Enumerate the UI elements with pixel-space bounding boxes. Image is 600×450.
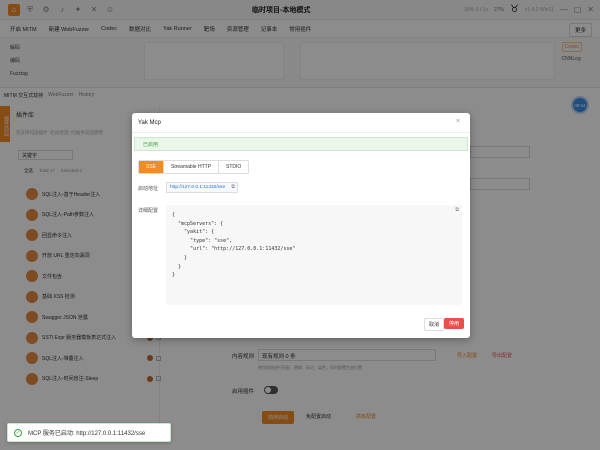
config-code-block: ⧉ { "mcpServers": { "yakit": { "type": "…: [166, 205, 462, 305]
config-label: 详细配置: [138, 208, 159, 214]
status-banner: 已启用: [134, 137, 468, 151]
cancel-button[interactable]: 取消: [424, 318, 445, 331]
copy-config-icon[interactable]: ⧉: [455, 207, 459, 213]
config-json: { "mcpServers": { "yakit": { "type": "ss…: [172, 212, 296, 279]
success-toast: ✓ MCP 服务已启动: http://127.0.0.1:11432/sse: [7, 423, 171, 442]
toast-text: MCP 服务已启动: http://127.0.0.1:11432/sse: [28, 431, 146, 437]
mode-sse[interactable]: SSE: [139, 161, 165, 173]
close-icon[interactable]: ×: [456, 118, 460, 125]
modal-title: Yak Mcp: [138, 120, 161, 126]
address-value: http://127.0.0.1:11432/sse: [170, 185, 226, 190]
disable-button[interactable]: 停用: [444, 318, 465, 329]
status-text: 已启用: [143, 142, 159, 148]
yak-mcp-modal: Yak Mcp × 已启用 SSE Streamable HTTP STDIO …: [132, 113, 470, 338]
address-field[interactable]: http://127.0.0.1:11432/sse ⧉: [166, 182, 238, 193]
check-icon: ✓: [14, 428, 22, 437]
mode-streamable-http[interactable]: Streamable HTTP: [164, 161, 220, 173]
transport-selector: SSE Streamable HTTP STDIO: [138, 160, 250, 174]
mode-stdio[interactable]: STDIO: [219, 161, 248, 173]
address-label: 启动地址: [138, 186, 159, 192]
copy-icon[interactable]: ⧉: [231, 184, 235, 190]
